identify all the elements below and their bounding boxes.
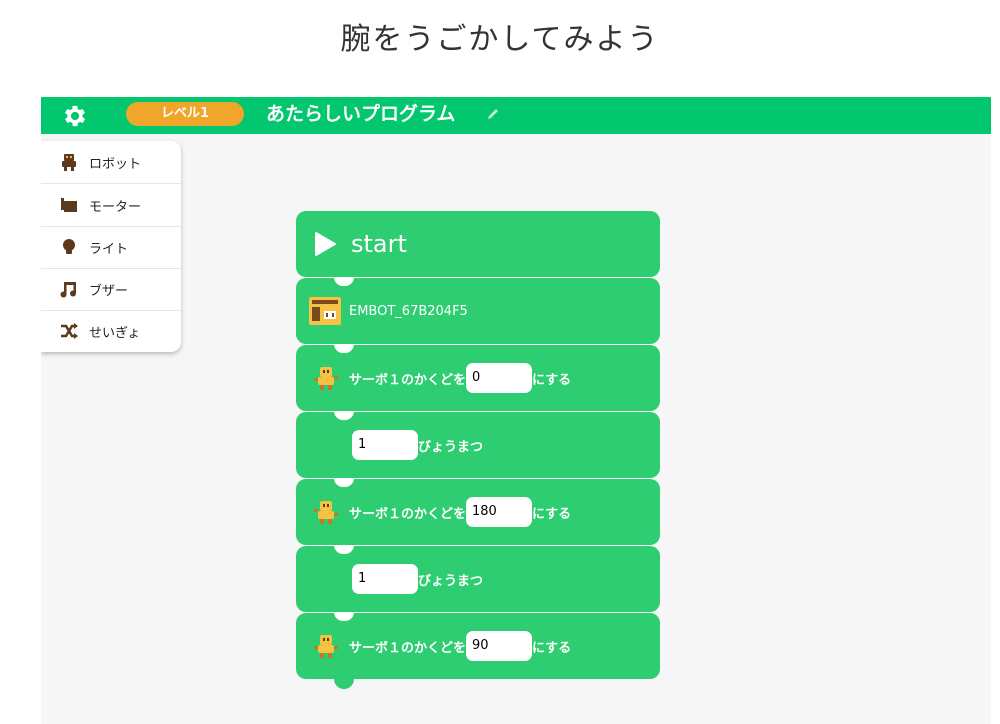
- robot-icon: [314, 501, 338, 524]
- embot-board-icon: [309, 297, 341, 325]
- palette-item-label: せいぎょ: [89, 325, 141, 341]
- block-notch: [334, 612, 354, 621]
- level-badge[interactable]: レベル1: [126, 102, 244, 126]
- light-bulb-icon: [63, 239, 75, 254]
- top-bar: レベル1 あたらしいプログラム: [41, 97, 991, 134]
- palette-item-buzzer[interactable]: ブザー: [41, 268, 181, 310]
- block-connector: [334, 679, 354, 689]
- palette-item-label: モーター: [89, 199, 142, 215]
- palette-item-label: ライト: [89, 241, 129, 257]
- embot-block[interactable]: EMBOT_67B204F5: [296, 277, 660, 354]
- wait-block[interactable]: 1 びょうまつ: [296, 545, 660, 622]
- shuffle-icon: [61, 323, 78, 339]
- palette-item-label: ロボット: [89, 156, 142, 172]
- robot-icon: [62, 154, 76, 171]
- palette-item-motor[interactable]: モーター: [41, 184, 181, 226]
- music-note-icon: [60, 282, 76, 298]
- palette-item-light[interactable]: ライト: [41, 226, 181, 268]
- palette-item-control[interactable]: せいぎょ: [41, 310, 181, 352]
- wait-seconds-input[interactable]: 1: [352, 430, 418, 460]
- embot-label: EMBOT_67B204F5: [349, 303, 468, 319]
- palette-item-label: ブザー: [89, 283, 129, 299]
- robot-icon: [314, 367, 338, 390]
- start-block[interactable]: start: [296, 211, 660, 287]
- servo-angle-input[interactable]: 0: [466, 363, 533, 393]
- block-notch: [334, 478, 354, 487]
- start-label: start: [351, 230, 407, 258]
- app-window: レベル1 あたらしいプログラム ロボット モーター ライト ブザー せいぎょ s…: [41, 97, 991, 724]
- robot-icon: [314, 635, 338, 658]
- servo-suffix: にする: [532, 372, 572, 388]
- servo-label: サーボ１のかくどを: [349, 506, 467, 522]
- servo-suffix: にする: [532, 640, 572, 656]
- block-notch: [334, 411, 354, 420]
- block-notch: [334, 545, 354, 554]
- edit-pencil-icon[interactable]: [486, 107, 500, 121]
- block-notch: [334, 277, 354, 286]
- servo-suffix: にする: [532, 506, 572, 522]
- wait-seconds-input[interactable]: 1: [352, 564, 418, 594]
- servo-label: サーボ１のかくどを: [349, 372, 467, 388]
- wait-label: びょうまつ: [418, 573, 484, 589]
- gear-icon[interactable]: [61, 102, 89, 130]
- servo-block[interactable]: サーボ１のかくどを 0 にする: [296, 344, 660, 421]
- program-title[interactable]: あたらしいプログラム: [266, 101, 455, 127]
- servo-block[interactable]: サーボ１のかくどを 90 にする: [296, 612, 660, 689]
- block-notch: [334, 344, 354, 353]
- palette-item-robot[interactable]: ロボット: [41, 141, 181, 183]
- motor-icon: [61, 198, 77, 212]
- page-heading: 腕をうごかしてみよう: [340, 22, 660, 57]
- wait-block[interactable]: 1 びょうまつ: [296, 411, 660, 488]
- block-palette: ロボット モーター ライト ブザー せいぎょ: [41, 141, 181, 352]
- wait-label: びょうまつ: [418, 439, 484, 455]
- servo-angle-input[interactable]: 180: [466, 497, 533, 527]
- servo-label: サーボ１のかくどを: [349, 640, 467, 656]
- servo-block[interactable]: サーボ１のかくどを 180 にする: [296, 478, 660, 555]
- servo-angle-input[interactable]: 90: [466, 631, 533, 661]
- play-icon: [315, 232, 336, 256]
